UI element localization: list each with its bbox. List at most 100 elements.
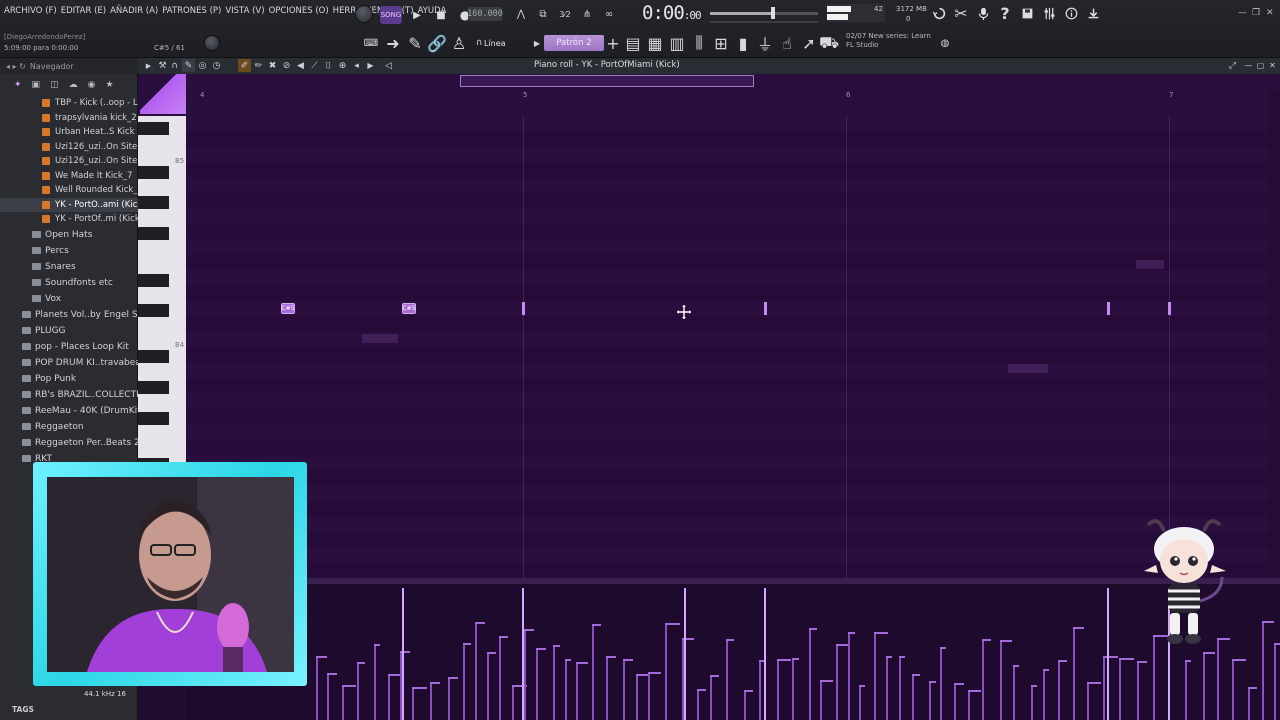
save-button[interactable] [1018,4,1036,22]
velocity-stem[interactable] [1043,669,1045,720]
browser-file[interactable]: Urban Heat..S Kick (14) [0,125,138,140]
pattern-selector[interactable]: Patrón 2 [544,35,604,51]
piano-roll-title[interactable]: Piano roll - YK - PortOfMiami (Kick) [534,60,680,70]
velocity-stem[interactable] [536,648,538,720]
pr-playback-tool[interactable]: ◂ [350,59,363,72]
velocity-stem[interactable] [636,674,638,720]
black-key[interactable] [138,274,169,287]
velocity-stem[interactable] [1031,685,1033,720]
velocity-stem[interactable] [576,662,578,720]
velocity-stem-selected[interactable] [684,588,686,720]
pr-play-button[interactable]: ▶ [364,59,377,72]
velocity-stem[interactable] [899,656,901,720]
pr-paint-brush-tool[interactable]: ✏ [252,59,265,72]
menu-add[interactable]: AÑADIR (A) [110,6,158,22]
browser-file[interactable]: Uzi126_uzi..On Site)_5 [0,154,138,169]
play-button[interactable]: ▶ [408,6,426,24]
browser-plugin-icon[interactable]: ◫ [50,80,59,90]
song-position-display[interactable]: 0:00:00 [642,2,702,24]
browser-folder[interactable]: pop - Places Loop Kit [0,339,138,355]
browser-file[interactable]: We Made It Kick_7 [0,169,138,184]
tempo-display[interactable]: 160.000 [467,7,503,21]
browser-all-icon[interactable]: ✦ [14,80,22,90]
velocity-stem[interactable] [388,674,390,720]
black-key[interactable] [138,381,169,394]
velocity-stem[interactable] [968,690,970,720]
velocity-stem[interactable] [623,659,625,720]
stop-button[interactable]: ■ [432,6,450,24]
snap-selector[interactable]: Línea [484,36,524,50]
playlist-button[interactable]: ▤ [624,34,642,53]
browser-folder-icon[interactable]: ▣ [32,80,41,90]
velocity-stem-selected[interactable] [764,588,766,720]
menu-options[interactable]: OPCIONES (O) [269,6,329,22]
note[interactable] [1107,302,1110,315]
velocity-stem[interactable] [316,656,318,720]
cut-tool-button[interactable]: ✂ [952,4,970,23]
velocity-stem[interactable] [412,687,414,720]
note[interactable] [1168,302,1171,315]
velocity-stem[interactable] [726,639,728,720]
browser-subfolder[interactable]: Open Hats [0,227,138,243]
master-pitch-knob[interactable] [204,35,220,51]
velocity-stem[interactable] [777,659,779,720]
browser-folder[interactable]: Planets Vol..by Engel Sanz [0,307,138,323]
mixer-view-button[interactable]: ⫼ [690,33,708,52]
velocity-stem-selected[interactable] [402,588,404,720]
browser-folder[interactable]: POP DRUM KI..travabeats [0,355,138,371]
browser-file[interactable]: Uzi126_uzi..On Site)_4 [0,140,138,155]
master-volume-handle[interactable] [770,7,775,19]
velocity-stem[interactable] [940,647,942,720]
velocity-stem[interactable] [982,639,984,720]
velocity-stem[interactable] [859,685,861,720]
browser-folder[interactable]: RB's BRAZIL..COLLECTION [0,387,138,403]
browser-file[interactable]: Well Rounded Kick_7 [0,183,138,198]
velocity-stem[interactable] [487,652,489,720]
minimize-button[interactable]: — [1238,8,1247,18]
browser-subfolder[interactable]: Soundfonts etc [0,275,138,291]
touch-button[interactable]: ☝ [778,34,796,53]
loop-record-button[interactable]: ∞ [600,5,618,23]
velocity-stem[interactable] [820,680,822,720]
velocity-stem[interactable] [665,623,667,720]
pr-delete-tool[interactable]: ✖ [266,59,279,72]
master-volume-slider[interactable] [710,7,818,19]
note[interactable]: C#5 [281,303,295,314]
pr-chord-tool[interactable]: ◎ [196,59,209,72]
pr-brush-tool[interactable]: ✐ [238,59,251,72]
velocity-stem[interactable] [929,681,931,720]
velocity-stem[interactable] [1203,652,1205,720]
plugin-button[interactable]: ⏚ [756,35,774,54]
pr-zoom-tool[interactable]: ⊕ [336,59,349,72]
velocity-stem[interactable] [1274,643,1276,720]
velocity-stem[interactable] [499,636,501,720]
velocity-stem[interactable] [448,677,450,720]
menu-patterns[interactable]: PATRONES (P) [162,6,221,22]
velocity-stem[interactable] [954,683,956,720]
velocity-stem[interactable] [1073,627,1075,720]
online-button[interactable]: ◍ [936,35,954,51]
note[interactable] [522,302,525,315]
mic-button[interactable] [974,4,992,22]
help-button[interactable]: ? [996,4,1014,23]
velocity-stem[interactable] [848,632,850,720]
velocity-stem[interactable] [759,660,761,720]
browser-star-icon[interactable]: ★ [105,80,113,90]
pr-snap-button[interactable]: ∩ [168,59,181,72]
browser-folder[interactable]: PLUGG [0,323,138,339]
browser-folder[interactable]: Reggaeton [0,419,138,435]
velocity-stem[interactable] [1058,660,1060,720]
velocity-stem[interactable] [1217,638,1219,720]
pr-menu-button[interactable]: ▶ [142,59,155,72]
velocity-stem[interactable] [648,672,650,720]
velocity-stem[interactable] [697,689,699,720]
velocity-stem[interactable] [1013,665,1015,720]
velocity-stem[interactable] [512,685,514,720]
piano-roll-vertical-scrollbar[interactable] [1268,90,1280,578]
velocity-lane[interactable] [186,584,1280,720]
close-button[interactable]: ✕ [1266,8,1274,18]
browser-subfolder[interactable]: Snares [0,259,138,275]
browser-cloud-icon[interactable]: ☁ [69,80,78,90]
black-key[interactable] [138,196,169,209]
menu-file[interactable]: ARCHIVO (F) [4,6,57,22]
